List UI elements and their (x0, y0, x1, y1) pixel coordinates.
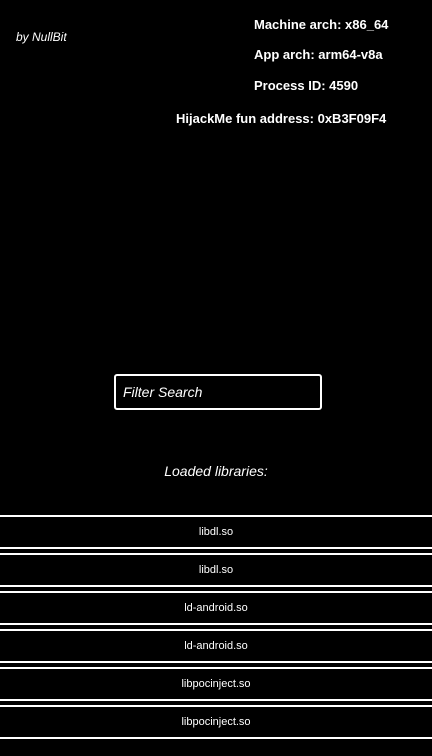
filter-search-box[interactable] (114, 374, 322, 410)
filter-search-input[interactable] (116, 376, 320, 408)
library-name: libdl.so (198, 564, 234, 576)
author-credit: by NullBit (16, 30, 67, 44)
machine-arch-label: Machine arch: x86_64 (254, 17, 389, 32)
app-arch-label: App arch: arm64-v8a (254, 47, 383, 62)
library-item[interactable]: ld-android.so (0, 591, 432, 625)
library-item[interactable]: libpocinject.so (0, 705, 432, 739)
loaded-libraries-heading: Loaded libraries: (164, 463, 268, 479)
library-name: ld-android.so (184, 640, 248, 652)
library-item[interactable]: libdl.so (0, 553, 432, 587)
hijack-address-label: HijackMe fun address: 0xB3F09F4 (176, 111, 387, 126)
library-item[interactable]: libdl.so (0, 515, 432, 549)
library-name: ld-android.so (184, 602, 248, 614)
library-item[interactable]: ld-android.so (0, 629, 432, 663)
library-name: libpocinject.so (181, 678, 251, 690)
library-item[interactable]: libpocinject.so (0, 667, 432, 701)
process-id-label: Process ID: 4590 (254, 78, 359, 93)
library-name: libpocinject.so (181, 716, 251, 728)
library-list: libdl.so libdl.so ld-android.so ld-andro… (0, 515, 432, 743)
library-name: libdl.so (198, 526, 234, 538)
